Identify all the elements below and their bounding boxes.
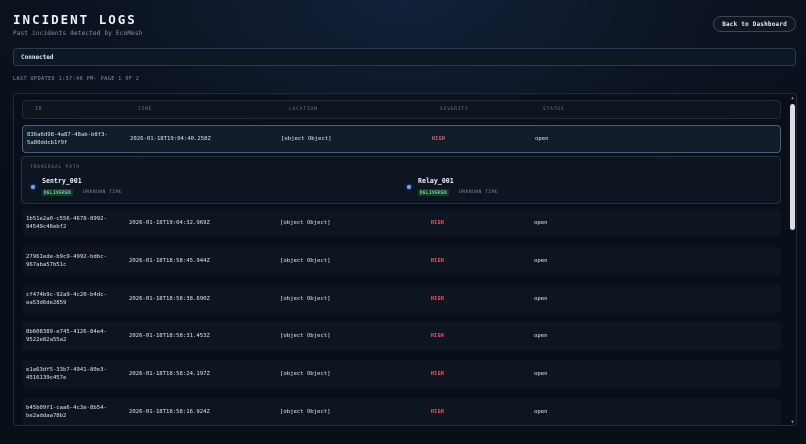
incident-status: open	[534, 409, 548, 415]
last-updated-text: LAST UPDATED 1:37:46 PM- PAGE 1 OF 2	[13, 76, 140, 82]
incident-time: 2026-01-18T18:58:16.924Z	[129, 409, 210, 415]
incident-location: [object Object]	[280, 371, 331, 377]
scroll-thumb[interactable]	[790, 104, 795, 230]
page-title: INCIDENT LOGS	[13, 12, 137, 27]
scroll-down-icon[interactable]: ▼	[790, 419, 795, 424]
delivered-badge: DELIVERED	[42, 189, 74, 196]
incident-id: 8b608389-e745-4126-84e4-9522e82a55a2	[26, 329, 107, 343]
incident-table: ID TIME LOCATION SEVERITY STATUS 836a6d9…	[13, 93, 797, 426]
node-time: UNKNOWN TIME	[459, 190, 499, 195]
incident-time: 2026-01-18T18:58:38.690Z	[129, 296, 210, 302]
severity-badge: HIGH	[432, 137, 446, 142]
severity-badge: HIGH	[431, 372, 445, 377]
incident-id: 27961ede-b9c9-4992-bdbc-967aba57b51c	[26, 254, 107, 268]
incident-time: 2026-01-18T18:58:24.197Z	[129, 371, 210, 377]
incident-id: b45b09f1-caa6-4c3e-8b54-be2addaa78b2	[26, 405, 107, 419]
table-row[interactable]: cf474b9c-92a9-4c20-b4dc-ea53d6de2859 202…	[22, 285, 781, 313]
table-row[interactable]: b45b09f1-caa6-4c3e-8b54-be2addaa78b2 202…	[22, 398, 781, 425]
incident-status: open	[535, 136, 549, 142]
back-to-dashboard-button[interactable]: Back to Dashboard	[713, 16, 796, 32]
traversal-path-panel: TRAVERSAL PATH Sentry_001 DELIVERED UNKN…	[21, 156, 781, 204]
incident-id: 836a6d98-4a87-48ab-b8f3-5a80ddcb1f9f	[27, 132, 108, 146]
incident-time: 2026-01-18T18:58:31.453Z	[129, 333, 210, 339]
node-dot-icon	[407, 185, 411, 189]
table-row[interactable]: e1a63df5-33b7-4941-80e3-4516139c457e 202…	[22, 360, 781, 388]
incident-location: [object Object]	[280, 409, 331, 415]
incident-location: [object Object]	[280, 258, 331, 264]
incident-location: [object Object]	[280, 333, 331, 339]
column-header-id[interactable]: ID	[35, 107, 42, 112]
node-name: Sentry_001	[42, 177, 82, 185]
column-header-location[interactable]: LOCATION	[289, 107, 318, 112]
incident-location: [object Object]	[280, 296, 331, 302]
incident-time: 2026-01-18T19:04:40.258Z	[130, 136, 211, 142]
node-dot-icon	[31, 185, 35, 189]
column-header-severity[interactable]: SEVERITY	[440, 107, 469, 112]
severity-badge: HIGH	[431, 334, 445, 339]
incident-status: open	[534, 258, 548, 264]
incident-time: 2026-01-18T18:58:45.944Z	[129, 258, 210, 264]
table-row[interactable]: 1b51e2a0-c556-4678-8992-94549c46ebf2 202…	[22, 209, 781, 237]
severity-badge: HIGH	[431, 221, 445, 226]
incident-id: e1a63df5-33b7-4941-80e3-4516139c457e	[26, 367, 107, 381]
traversal-path-label: TRAVERSAL PATH	[30, 165, 80, 170]
incident-id: 1b51e2a0-c556-4678-8992-94549c46ebf2	[26, 216, 107, 230]
incident-location: [object Object]	[280, 220, 331, 226]
column-header-status[interactable]: STATUS	[543, 107, 564, 112]
table-row[interactable]: 836a6d98-4a87-48ab-b8f3-5a80ddcb1f9f 202…	[22, 125, 781, 153]
scroll-up-icon[interactable]: ▲	[790, 95, 795, 100]
incident-status: open	[534, 220, 548, 226]
incident-status: open	[534, 371, 548, 377]
connection-status-bar: Connected	[13, 48, 796, 66]
incident-location: [object Object]	[281, 136, 332, 142]
page-subtitle: Past incidents detected by EcoMesh	[13, 30, 143, 37]
incident-status: open	[534, 296, 548, 302]
incident-id: cf474b9c-92a9-4c20-b4dc-ea53d6de2859	[26, 292, 107, 306]
delivered-badge: DELIVERED	[418, 189, 450, 196]
table-header: ID TIME LOCATION SEVERITY STATUS	[22, 100, 781, 119]
node-name: Relay_001	[418, 177, 454, 185]
table-row[interactable]: 27961ede-b9c9-4992-bdbc-967aba57b51c 202…	[22, 247, 781, 275]
incident-time: 2026-01-18T19:04:32.969Z	[129, 220, 210, 226]
node-time: UNKNOWN TIME	[83, 190, 123, 195]
incident-status: open	[534, 333, 548, 339]
table-row[interactable]: 8b608389-e745-4126-84e4-9522e82a55a2 202…	[22, 322, 781, 350]
severity-badge: HIGH	[431, 410, 445, 415]
severity-badge: HIGH	[431, 297, 445, 302]
vertical-scrollbar[interactable]: ▲ ▼	[789, 95, 796, 424]
severity-badge: HIGH	[431, 259, 445, 264]
column-header-time[interactable]: TIME	[138, 107, 152, 112]
